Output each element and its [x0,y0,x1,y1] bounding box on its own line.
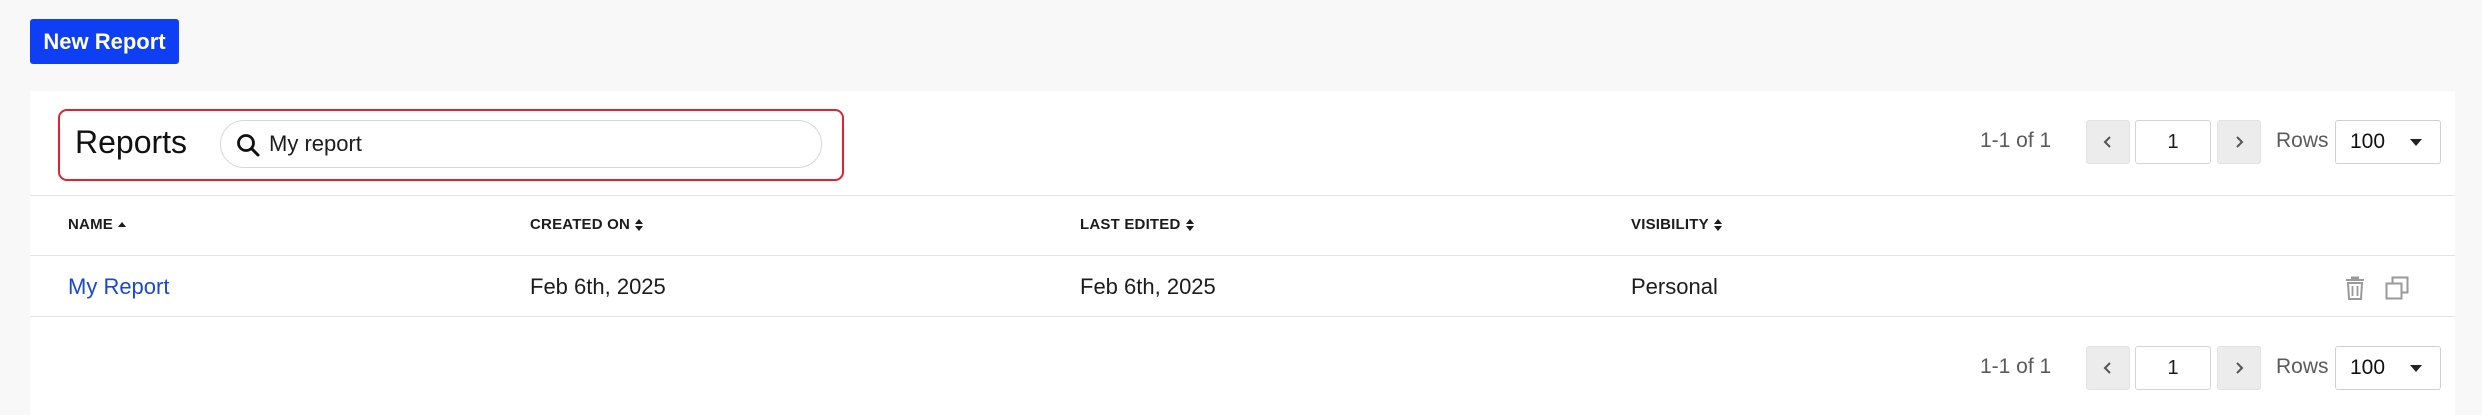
column-header-label: LAST EDITED [1080,216,1181,233]
panel-title: Reports [75,124,188,160]
sort-icon [1185,218,1194,231]
rows-per-page-value: 100 [2350,356,2386,379]
page-number-input[interactable] [2135,346,2211,390]
column-header-label: CREATED ON [530,216,631,233]
rows-label: Rows [2276,129,2329,152]
next-page-button[interactable] [2217,346,2261,390]
prev-page-button[interactable] [2086,120,2130,164]
last-edited-cell: Feb 6th, 2025 [1080,274,1216,299]
report-name-link[interactable]: My Report [68,274,169,300]
pagination-range: 1-1 of 1 [1980,129,2052,152]
sort-icon [1713,218,1722,231]
column-header-label: VISIBILITY [1631,216,1709,233]
chevron-right-icon [2236,362,2244,374]
chevron-left-icon [2103,362,2111,374]
prev-page-button[interactable] [2086,346,2130,390]
sort-ascending-icon [117,221,126,227]
column-header-label: NAME [68,216,113,233]
sort-icon [635,218,644,231]
row-divider [30,316,2455,317]
column-header-created-on[interactable]: CREATED ON [530,216,644,233]
created-on-cell: Feb 6th, 2025 [530,274,666,299]
chevron-right-icon [2236,136,2244,148]
rows-per-page-select[interactable]: 100 [2335,120,2441,164]
column-header-visibility[interactable]: VISIBILITY [1631,216,1723,233]
reports-page: New Report Reports 1-1 of 1 [0,0,2482,415]
rows-label: Rows [2276,355,2329,378]
rows-per-page-value: 100 [2350,130,2386,153]
pagination-bottom: 1-1 of 1 Rows 100 [1980,346,2442,392]
caret-down-icon [2410,139,2422,146]
new-report-button[interactable]: New Report [30,19,179,64]
search-input[interactable] [269,127,799,161]
reports-panel: Reports 1-1 of 1 Rows [30,91,2455,415]
search-field[interactable] [220,120,822,168]
trash-icon[interactable] [2342,275,2368,301]
chevron-left-icon [2103,136,2111,148]
column-header-divider [30,255,2455,256]
page-number-input[interactable] [2135,120,2211,164]
column-header-last-edited[interactable]: LAST EDITED [1080,216,1195,233]
next-page-button[interactable] [2217,120,2261,164]
header-divider [30,195,2455,196]
duplicate-icon[interactable] [2384,275,2410,301]
pagination-top: 1-1 of 1 Rows 100 [1980,120,2442,166]
column-header-name[interactable]: NAME [68,216,127,233]
visibility-cell: Personal [1631,274,1718,299]
rows-per-page-select[interactable]: 100 [2335,346,2441,390]
search-icon [237,134,260,157]
caret-down-icon [2410,365,2422,372]
pagination-range: 1-1 of 1 [1980,355,2052,378]
